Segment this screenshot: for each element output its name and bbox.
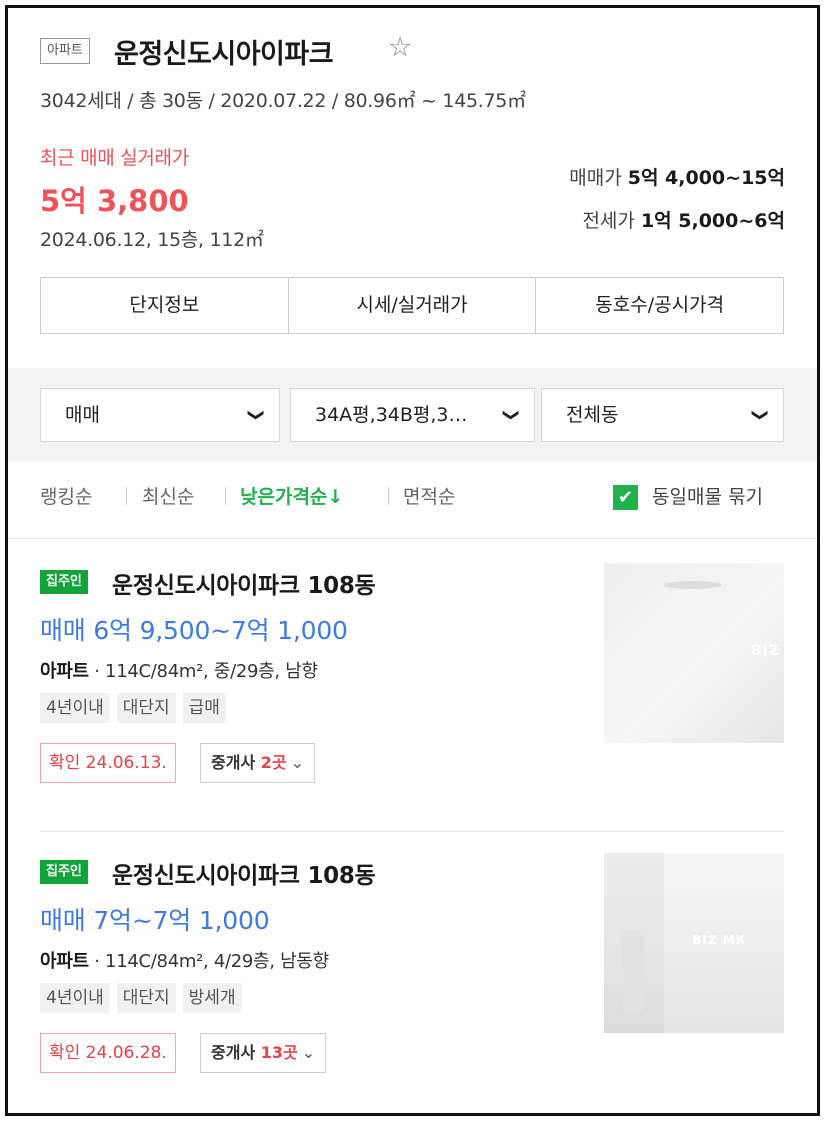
photo-watermark: BIZ MK (692, 933, 746, 947)
building-select[interactable]: 전체동 ❯ (541, 388, 784, 442)
listing-tag: 급매 (182, 693, 226, 723)
trade-type-value: 매매 (65, 404, 100, 426)
divider (40, 831, 784, 832)
sort-divider (388, 487, 389, 505)
agency-label: 중개사 (211, 1043, 261, 1062)
sort-divider (225, 487, 226, 505)
app-frame: 아파트 운정신도시아이파크 ☆ 3042세대 / 총 30동 / 2020.07… (5, 5, 820, 1116)
listing-spec: 아파트 · 114C/84m², 중/29층, 남향 (40, 657, 318, 683)
tab-complex-info[interactable]: 단지정보 (41, 278, 289, 333)
sort-low-price[interactable]: 낮은가격순↓ (240, 482, 343, 509)
listing-type: 아파트 (40, 661, 89, 682)
sort-divider (126, 487, 127, 505)
listing-price: 매매 6억 9,500~7억 1,000 (40, 616, 348, 645)
chevron-down-icon: ❯ (751, 408, 771, 422)
sort-bar: 랭킹순 최신순 낮은가격순↓ 면적순 ✔ 동일매물 묶기 (40, 482, 784, 516)
listing-item[interactable]: 집주인 운정신도시아이파크 108동 매매 7억~7억 1,000 아파트 · … (40, 853, 784, 1083)
listing-photo[interactable]: BIZ (604, 563, 784, 743)
filter-bar: 매매 ❯ 34A평,34B평,3… ❯ 전체동 ❯ (8, 368, 817, 462)
listing-title: 운정신도시아이파크 108동 (112, 573, 376, 599)
listing-tag: 방세개 (182, 983, 242, 1013)
sale-price-range: 매매가 5억 4,000~15억 (569, 163, 785, 190)
listing-title: 운정신도시아이파크 108동 (112, 863, 376, 889)
listing-tag: 대단지 (116, 693, 176, 723)
listing-spec-detail: · 114C/84m², 중/29층, 남향 (88, 661, 318, 682)
area-select[interactable]: 34A평,34B평,3… ❯ (290, 388, 535, 442)
listing-spec-detail: · 114C/84m², 4/29층, 남동향 (88, 951, 329, 972)
sort-area[interactable]: 면적순 (403, 482, 455, 509)
listing-spec: 아파트 · 114C/84m², 4/29층, 남동향 (40, 947, 329, 973)
rent-price-range: 전세가 1억 5,000~6억 (582, 206, 785, 233)
complex-header: 아파트 운정신도시아이파크 ☆ 3042세대 / 총 30동 / 2020.07… (8, 8, 817, 368)
complex-tabs: 단지정보 시세/실거래가 동호수/공시가격 (40, 277, 784, 334)
photo-watermark: BIZ (750, 643, 780, 659)
confirm-date: 확인 24.06.28. (40, 1033, 176, 1073)
confirm-date: 확인 24.06.13. (40, 743, 176, 783)
sale-range-label: 매매가 (569, 167, 622, 189)
listing-tag: 대단지 (116, 983, 176, 1013)
listing-item[interactable]: 집주인 운정신도시아이파크 108동 매매 6억 9,500~7억 1,000 … (40, 563, 784, 793)
agency-label: 중개사 (211, 753, 261, 772)
tab-unit-price[interactable]: 동호수/공시가격 (536, 278, 783, 333)
owner-badge: 집주인 (40, 570, 88, 594)
area-value: 34A평,34B평,3… (315, 404, 468, 426)
property-type-badge: 아파트 (40, 38, 90, 64)
star-outline-icon[interactable]: ☆ (388, 32, 412, 63)
rent-range-value: 1억 5,000~6억 (640, 210, 785, 232)
sale-range-value: 5억 4,000~15억 (627, 167, 785, 189)
trade-type-select[interactable]: 매매 ❯ (40, 388, 280, 442)
chevron-down-icon: ❯ (247, 408, 267, 422)
sort-ranking[interactable]: 랭킹순 (40, 482, 92, 509)
chevron-down-icon: ⌄ (290, 753, 304, 772)
rent-range-label: 전세가 (582, 210, 635, 232)
listing-tag: 4년이내 (40, 693, 110, 723)
group-listings-label[interactable]: 동일매물 묶기 (652, 482, 763, 509)
photo-ceiling-light (664, 581, 722, 589)
group-listings-checkbox[interactable]: ✔ (613, 485, 638, 510)
listing-photo[interactable]: BIZ MK (604, 853, 784, 1033)
chevron-down-icon: ❯ (502, 408, 522, 422)
owner-badge: 집주인 (40, 860, 88, 884)
recent-trade-label: 최근 매매 실거래가 (40, 147, 189, 169)
agency-count-button[interactable]: 중개사 13곳 ⌄ (200, 1033, 327, 1073)
sort-latest[interactable]: 최신순 (142, 482, 194, 509)
agency-count: 2곳 (260, 753, 287, 772)
building-value: 전체동 (566, 404, 619, 426)
listing-tags: 4년이내 대단지 급매 (40, 693, 226, 723)
complex-meta: 3042세대 / 총 30동 / 2020.07.22 / 80.96㎡ ~ 1… (40, 90, 526, 112)
agency-count: 13곳 (260, 1043, 298, 1062)
divider (8, 538, 817, 539)
listing-tags: 4년이내 대단지 방세개 (40, 983, 242, 1013)
complex-title: 운정신도시아이파크 (114, 39, 334, 70)
recent-trade-date: 2024.06.12, 15층, 112㎡ (40, 229, 264, 251)
tab-market-price[interactable]: 시세/실거래가 (289, 278, 537, 333)
photo-door (622, 931, 644, 1011)
agency-count-button[interactable]: 중개사 2곳 ⌄ (200, 743, 315, 783)
chevron-down-icon: ⌄ (301, 1043, 316, 1062)
listing-price: 매매 7억~7억 1,000 (40, 906, 270, 935)
listing-tag: 4년이내 (40, 983, 110, 1013)
listing-type: 아파트 (40, 951, 89, 972)
recent-trade-price: 5억 3,800 (40, 184, 189, 218)
